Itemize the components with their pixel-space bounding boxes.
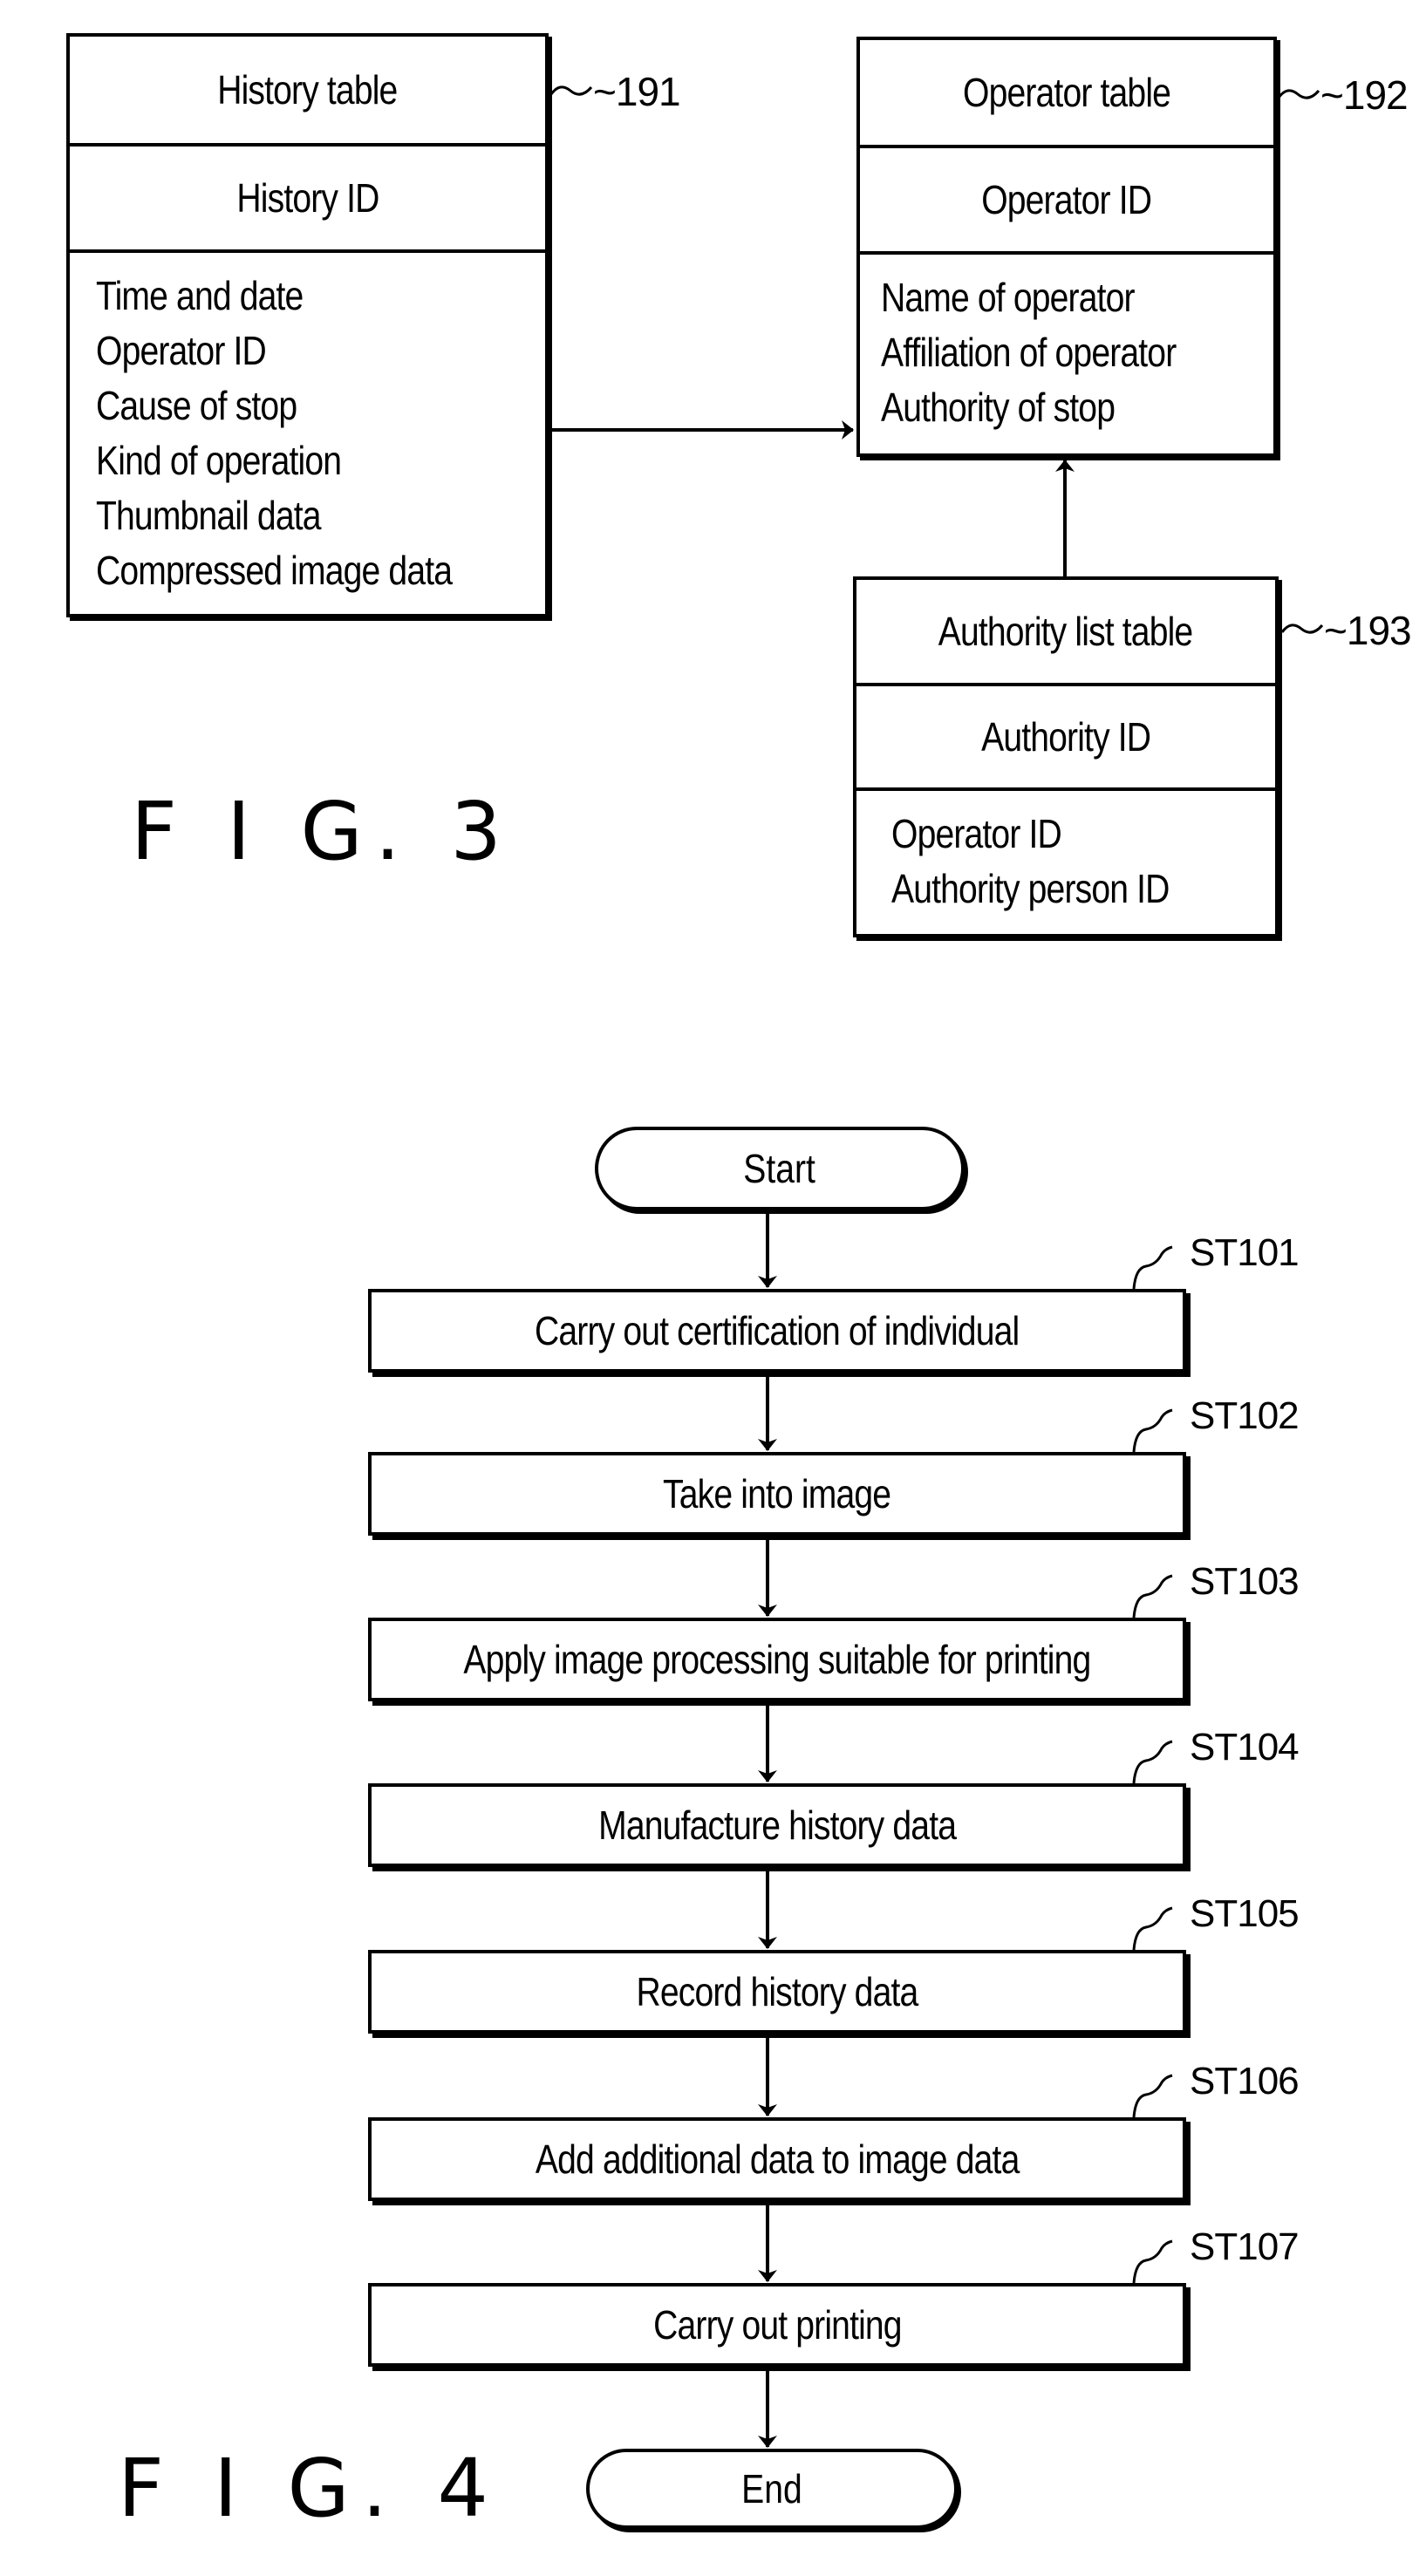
step-id-label: ST103: [1190, 1560, 1300, 1603]
history-table-title: History table: [217, 67, 398, 112]
flow-step-text: Take into image: [663, 1471, 891, 1516]
ref-191-leader: [549, 85, 593, 96]
history-table-fields: Time and date Operator ID Cause of stop …: [70, 249, 545, 614]
history-table: History table History ID Time and date O…: [66, 33, 549, 617]
operator-table-title: Operator table: [962, 70, 1171, 115]
authority-table-fields: Operator ID Authority person ID: [856, 787, 1275, 934]
field: Authority of stop: [881, 385, 1116, 430]
flow-start: Start: [595, 1127, 965, 1210]
step-id-label: ST102: [1190, 1394, 1300, 1437]
authority-list-table: Authority list table Authority ID Operat…: [853, 576, 1279, 937]
ref-192: ~192: [1320, 72, 1409, 118]
figure-caption-3: F I G. 3: [131, 785, 514, 878]
step-id-leader: [1132, 1574, 1173, 1619]
step-id-label: ST101: [1190, 1231, 1300, 1274]
field: Authority person ID: [891, 866, 1170, 911]
flow-step-text: Record history data: [636, 1969, 919, 2014]
ref-192-leader: [1277, 89, 1320, 99]
step-id-leader: [1132, 1245, 1173, 1290]
step-id-label: ST107: [1190, 2225, 1300, 2268]
flow-end: End: [586, 2449, 958, 2529]
step-id-leader: [1132, 1740, 1173, 1784]
step-id-label: ST104: [1190, 1726, 1300, 1768]
flow-step-st101: Carry out certification of individual: [368, 1289, 1186, 1373]
step-id-label: ST105: [1190, 1892, 1300, 1935]
field: Affiliation of operator: [881, 330, 1177, 375]
field: Name of operator: [881, 275, 1136, 320]
field: Thumbnail data: [96, 493, 321, 538]
flow-step-st105: Record history data: [368, 1950, 1186, 2034]
flow-step-st106: Add additional data to image data: [368, 2117, 1186, 2201]
history-table-key: History ID: [70, 143, 545, 249]
operator-table-fields: Name of operator Affiliation of operator…: [860, 251, 1273, 453]
flow-step-text: Apply image processing suitable for prin…: [463, 1637, 1092, 1682]
field: Time and date: [96, 273, 304, 318]
flow-step-text: Add additional data to image data: [535, 2136, 1020, 2182]
flow-step-st107: Carry out printing: [368, 2283, 1186, 2367]
ref-193: ~193: [1324, 608, 1412, 653]
operator-table-key: Operator ID: [860, 145, 1273, 251]
field: Operator ID: [96, 328, 267, 373]
operator-table: Operator table Operator ID Name of opera…: [856, 37, 1277, 457]
flow-step-st102: Take into image: [368, 1452, 1186, 1536]
step-id-leader: [1132, 2239, 1173, 2284]
figure-caption-4: F I G. 4: [118, 2442, 501, 2535]
step-id-label: ST106: [1190, 2060, 1300, 2102]
flow-step-text: Manufacture history data: [598, 1803, 957, 1848]
flow-step-text: Carry out printing: [652, 2302, 902, 2348]
field: Operator ID: [891, 811, 1062, 856]
ref-191: ~191: [593, 69, 681, 114]
authority-table-key: Authority ID: [856, 683, 1275, 787]
flow-step-st104: Manufacture history data: [368, 1783, 1186, 1867]
authority-table-title: Authority list table: [938, 609, 1193, 654]
step-id-leader: [1132, 1408, 1173, 1453]
flow-step-text: Carry out certification of individual: [535, 1308, 1020, 1353]
flow-step-st103: Apply image processing suitable for prin…: [368, 1618, 1186, 1701]
ref-193-leader: [1280, 624, 1324, 634]
field: Kind of operation: [96, 438, 342, 483]
step-id-leader: [1132, 1906, 1173, 1951]
field: Cause of stop: [96, 383, 297, 428]
step-id-leader: [1132, 2074, 1173, 2118]
field: Compressed image data: [96, 548, 453, 593]
